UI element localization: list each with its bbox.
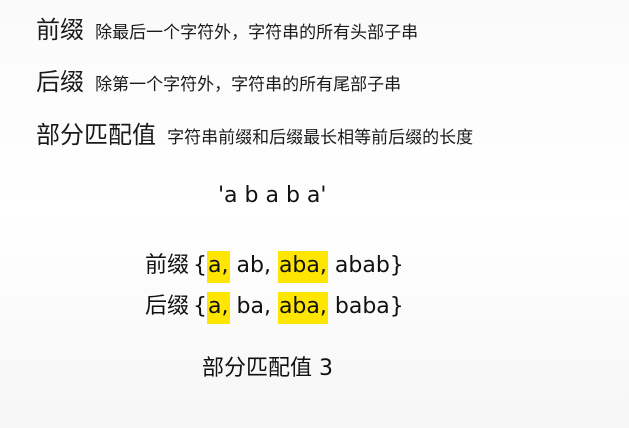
prefix-set: 前缀 {a, ab, aba, abab} bbox=[145, 247, 404, 283]
suffix-item: ba bbox=[236, 294, 264, 319]
prefix-item: a bbox=[208, 253, 222, 278]
suffix-item: baba bbox=[334, 294, 390, 319]
slide: 前缀 除最后一个字符外，字符串的所有头部子串 后缀 除第一个字符外，字符串的所有… bbox=[0, 0, 629, 428]
definition-prefix: 前缀 除最后一个字符外，字符串的所有头部子串 bbox=[36, 10, 418, 45]
suffix-item-highlighted: a, bbox=[207, 292, 230, 324]
prefix-item-highlighted: a, bbox=[207, 251, 230, 283]
brace-close: } bbox=[389, 253, 404, 278]
term-suffix: 后缀 bbox=[36, 68, 84, 96]
brace-close: } bbox=[389, 294, 404, 319]
desc-suffix: 除第一个字符外，字符串的所有尾部子串 bbox=[95, 75, 402, 95]
suffix-item-highlighted: aba, bbox=[277, 292, 328, 324]
prefix-set-label: 前缀 bbox=[145, 253, 190, 278]
example-string: 'a b a b a' bbox=[218, 183, 327, 208]
brace-open: { bbox=[193, 253, 208, 278]
term-partial-match-value: 部分匹配值 bbox=[36, 121, 156, 149]
suffix-item: a bbox=[208, 294, 222, 319]
brace-open: { bbox=[193, 294, 208, 319]
suffix-set: 后缀 {a, ba, aba, baba} bbox=[145, 288, 404, 324]
term-prefix: 前缀 bbox=[36, 16, 84, 44]
suffix-item: aba bbox=[278, 294, 320, 319]
result-label: 部分匹配值 bbox=[202, 356, 313, 381]
prefix-item-highlighted: aba, bbox=[277, 251, 328, 283]
desc-partial-match-value: 字符串前缀和后缀最长相等前后缀的长度 bbox=[167, 128, 474, 148]
partial-match-result: 部分匹配值 3 bbox=[202, 350, 333, 382]
result-value: 3 bbox=[319, 356, 334, 381]
definition-suffix: 后缀 除第一个字符外，字符串的所有尾部子串 bbox=[36, 62, 401, 97]
prefix-item: abab bbox=[334, 253, 390, 278]
prefix-item: ab bbox=[236, 253, 264, 278]
definition-partial-match-value: 部分匹配值 字符串前缀和后缀最长相等前后缀的长度 bbox=[36, 115, 473, 150]
prefix-item: aba bbox=[278, 253, 320, 278]
suffix-set-label: 后缀 bbox=[145, 294, 190, 319]
desc-prefix: 除最后一个字符外，字符串的所有头部子串 bbox=[95, 23, 419, 43]
